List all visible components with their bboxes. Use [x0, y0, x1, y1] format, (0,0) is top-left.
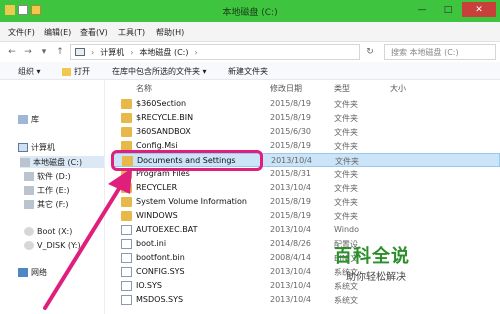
watermark: 百科全说 助你轻松解决 — [326, 238, 500, 314]
watermark-title: 百科全说 — [334, 246, 410, 267]
watermark-subtitle: 助你轻松解决 — [346, 272, 406, 283]
